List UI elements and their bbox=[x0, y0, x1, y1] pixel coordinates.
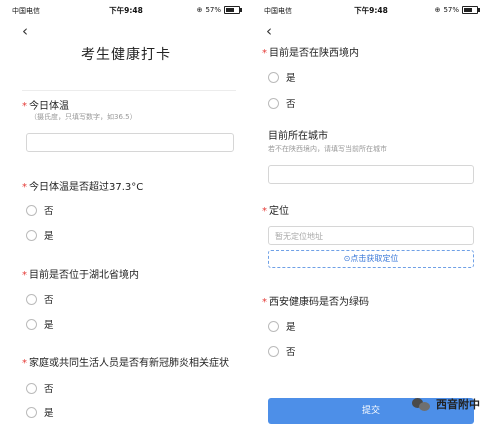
status-right: ⊕ 57% bbox=[196, 6, 242, 14]
question-in-shaanxi: * 目前是否在陕西境内 bbox=[262, 48, 359, 59]
radio-option-yes[interactable]: 是 bbox=[26, 228, 54, 242]
right-phone-screen: 中国电信 下午9:48 ⊕ 57% ‹ * 目前是否在陕西境内 是 否 目前所在城… bbox=[258, 0, 484, 430]
question-temperature: * 今日体温 bbox=[22, 101, 69, 112]
radio-option-yes[interactable]: 是 bbox=[268, 319, 296, 333]
radio-option-no[interactable]: 否 bbox=[268, 96, 296, 110]
question-in-hubei: * 目前是否位于湖北省境内 bbox=[22, 270, 139, 281]
option-label: 是 bbox=[44, 320, 54, 331]
back-icon[interactable]: ‹ bbox=[266, 24, 272, 39]
watermark: 西音附中 bbox=[412, 396, 480, 412]
status-bar: 中国电信 下午9:48 ⊕ 57% bbox=[6, 0, 246, 20]
question-label: 西安健康码是否为绿码 bbox=[269, 297, 369, 308]
radio-circle bbox=[26, 382, 37, 394]
radio-circle bbox=[26, 204, 37, 216]
temperature-input[interactable] bbox=[26, 133, 234, 152]
left-phone-screen: 中国电信 下午9:48 ⊕ 57% ‹ 考生健康打卡 * 今日体温 （摄氏度，只填… bbox=[6, 0, 246, 430]
question-xian-health-code: * 西安健康码是否为绿码 bbox=[262, 297, 369, 308]
question-label: 今日体温是否超过37.3°C bbox=[29, 182, 144, 193]
radio-option-no[interactable]: 否 bbox=[26, 203, 54, 217]
radio-circle bbox=[268, 345, 279, 357]
question-location: * 定位 bbox=[262, 206, 289, 217]
battery-label: 57% bbox=[205, 6, 221, 14]
question-label: 定位 bbox=[269, 206, 289, 217]
option-label: 否 bbox=[286, 99, 296, 110]
radio-option-no[interactable]: 否 bbox=[26, 292, 54, 306]
watermark-text: 西音附中 bbox=[436, 398, 480, 411]
divider bbox=[22, 90, 236, 91]
option-label: 否 bbox=[44, 295, 54, 306]
alarm-icon: ⊕ bbox=[434, 6, 441, 14]
option-label: 否 bbox=[44, 384, 54, 395]
temperature-hint: （摄氏度，只填写数字，如36.5） bbox=[30, 113, 137, 121]
question-family-symptoms: * 家庭或共同生活人员是否有新冠肺炎相关症状 bbox=[22, 358, 229, 369]
city-hint: 若不在陕西境内，请填写当前所在城市 bbox=[268, 145, 387, 153]
battery-icon bbox=[224, 6, 242, 14]
wechat-logo-icon bbox=[412, 397, 432, 411]
status-bar: 中国电信 下午9:48 ⊕ 57% bbox=[258, 0, 484, 20]
option-label: 是 bbox=[286, 73, 296, 84]
radio-circle bbox=[268, 97, 279, 109]
radio-circle bbox=[26, 406, 37, 418]
option-label: 是 bbox=[286, 322, 296, 333]
page-title: 考生健康打卡 bbox=[81, 47, 171, 63]
carrier-label: 中国电信 bbox=[12, 7, 40, 15]
time-label: 下午9:48 bbox=[354, 6, 388, 15]
option-label: 是 bbox=[44, 231, 54, 242]
back-icon[interactable]: ‹ bbox=[22, 24, 28, 39]
get-location-button[interactable]: ⊙点击获取定位 bbox=[268, 250, 474, 268]
radio-circle bbox=[268, 71, 279, 83]
question-label: 家庭或共同生活人员是否有新冠肺炎相关症状 bbox=[29, 358, 229, 369]
radio-option-yes[interactable]: 是 bbox=[26, 317, 54, 331]
radio-option-yes[interactable]: 是 bbox=[26, 405, 54, 419]
option-label: 是 bbox=[44, 408, 54, 419]
radio-circle bbox=[268, 320, 279, 332]
option-label: 否 bbox=[286, 347, 296, 358]
time-label: 下午9:48 bbox=[109, 6, 143, 15]
status-right: ⊕ 57% bbox=[434, 6, 480, 14]
radio-option-no[interactable]: 否 bbox=[268, 344, 296, 358]
battery-label: 57% bbox=[443, 6, 459, 14]
question-current-city: 目前所在城市 bbox=[268, 131, 328, 142]
radio-circle bbox=[26, 293, 37, 305]
question-label: 今日体温 bbox=[29, 101, 69, 112]
question-label: 目前是否在陕西境内 bbox=[269, 48, 359, 59]
question-label: 目前是否位于湖北省境内 bbox=[29, 270, 139, 281]
alarm-icon: ⊕ bbox=[196, 6, 203, 14]
radio-circle bbox=[26, 318, 37, 330]
battery-icon bbox=[462, 6, 480, 14]
radio-option-yes[interactable]: 是 bbox=[268, 70, 296, 84]
location-input[interactable]: 暂无定位地址 bbox=[268, 226, 474, 245]
radio-option-no[interactable]: 否 bbox=[26, 381, 54, 395]
radio-circle bbox=[26, 229, 37, 241]
option-label: 否 bbox=[44, 206, 54, 217]
city-input[interactable] bbox=[268, 165, 474, 184]
question-over-37-3: * 今日体温是否超过37.3°C bbox=[22, 182, 144, 193]
carrier-label: 中国电信 bbox=[264, 7, 292, 15]
